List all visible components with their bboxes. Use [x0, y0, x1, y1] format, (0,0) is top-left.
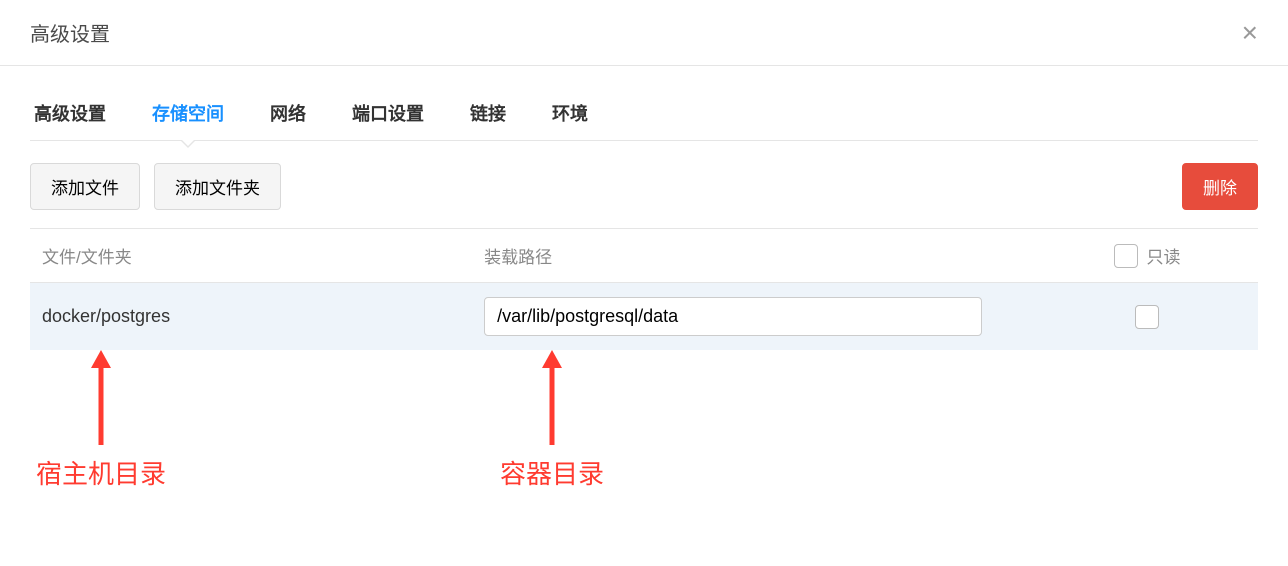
th-file: 文件/文件夹 [30, 229, 472, 283]
modal-body: 高级设置 存储空间 网络 端口设置 链接 环境 添加文件 添加文件夹 删除 文件… [0, 66, 1288, 550]
table-row: docker/postgres [30, 283, 1258, 351]
th-readonly: 只读 [1037, 229, 1258, 283]
tab-links[interactable]: 链接 [466, 86, 510, 140]
annotation-container-dir: 容器目录 [500, 350, 604, 491]
toolbar: 添加文件 添加文件夹 删除 [30, 141, 1258, 229]
add-file-button[interactable]: 添加文件 [30, 163, 140, 210]
th-readonly-label: 只读 [1146, 243, 1180, 268]
modal-title: 高级设置 [30, 18, 110, 47]
readonly-checkbox[interactable] [1135, 305, 1159, 329]
cell-mount [472, 283, 1037, 351]
add-folder-button[interactable]: 添加文件夹 [154, 163, 281, 210]
annotation-host-label: 宿主机目录 [36, 454, 166, 491]
tab-ports[interactable]: 端口设置 [348, 86, 428, 140]
tabs: 高级设置 存储空间 网络 端口设置 链接 环境 [30, 86, 1258, 141]
tab-advanced[interactable]: 高级设置 [30, 86, 110, 140]
tab-network[interactable]: 网络 [266, 86, 310, 140]
cell-file: docker/postgres [30, 283, 472, 351]
volume-table: 文件/文件夹 装载路径 只读 docker/postgres [30, 229, 1258, 350]
tab-storage[interactable]: 存储空间 [148, 86, 228, 140]
arrow-up-icon [81, 350, 121, 450]
mount-path-input[interactable] [484, 297, 982, 336]
tab-env[interactable]: 环境 [548, 86, 592, 140]
close-icon[interactable]: × [1242, 19, 1258, 47]
annotations: 宿主机目录 容器目录 [30, 350, 1258, 530]
cell-readonly [1037, 283, 1258, 351]
annotation-host-dir: 宿主机目录 [36, 350, 166, 491]
arrow-up-icon [532, 350, 572, 450]
delete-button[interactable]: 删除 [1182, 163, 1258, 210]
th-mount: 装载路径 [472, 229, 1037, 283]
modal-header: 高级设置 × [0, 0, 1288, 66]
readonly-header-checkbox[interactable] [1114, 244, 1138, 268]
annotation-container-label: 容器目录 [500, 454, 604, 491]
